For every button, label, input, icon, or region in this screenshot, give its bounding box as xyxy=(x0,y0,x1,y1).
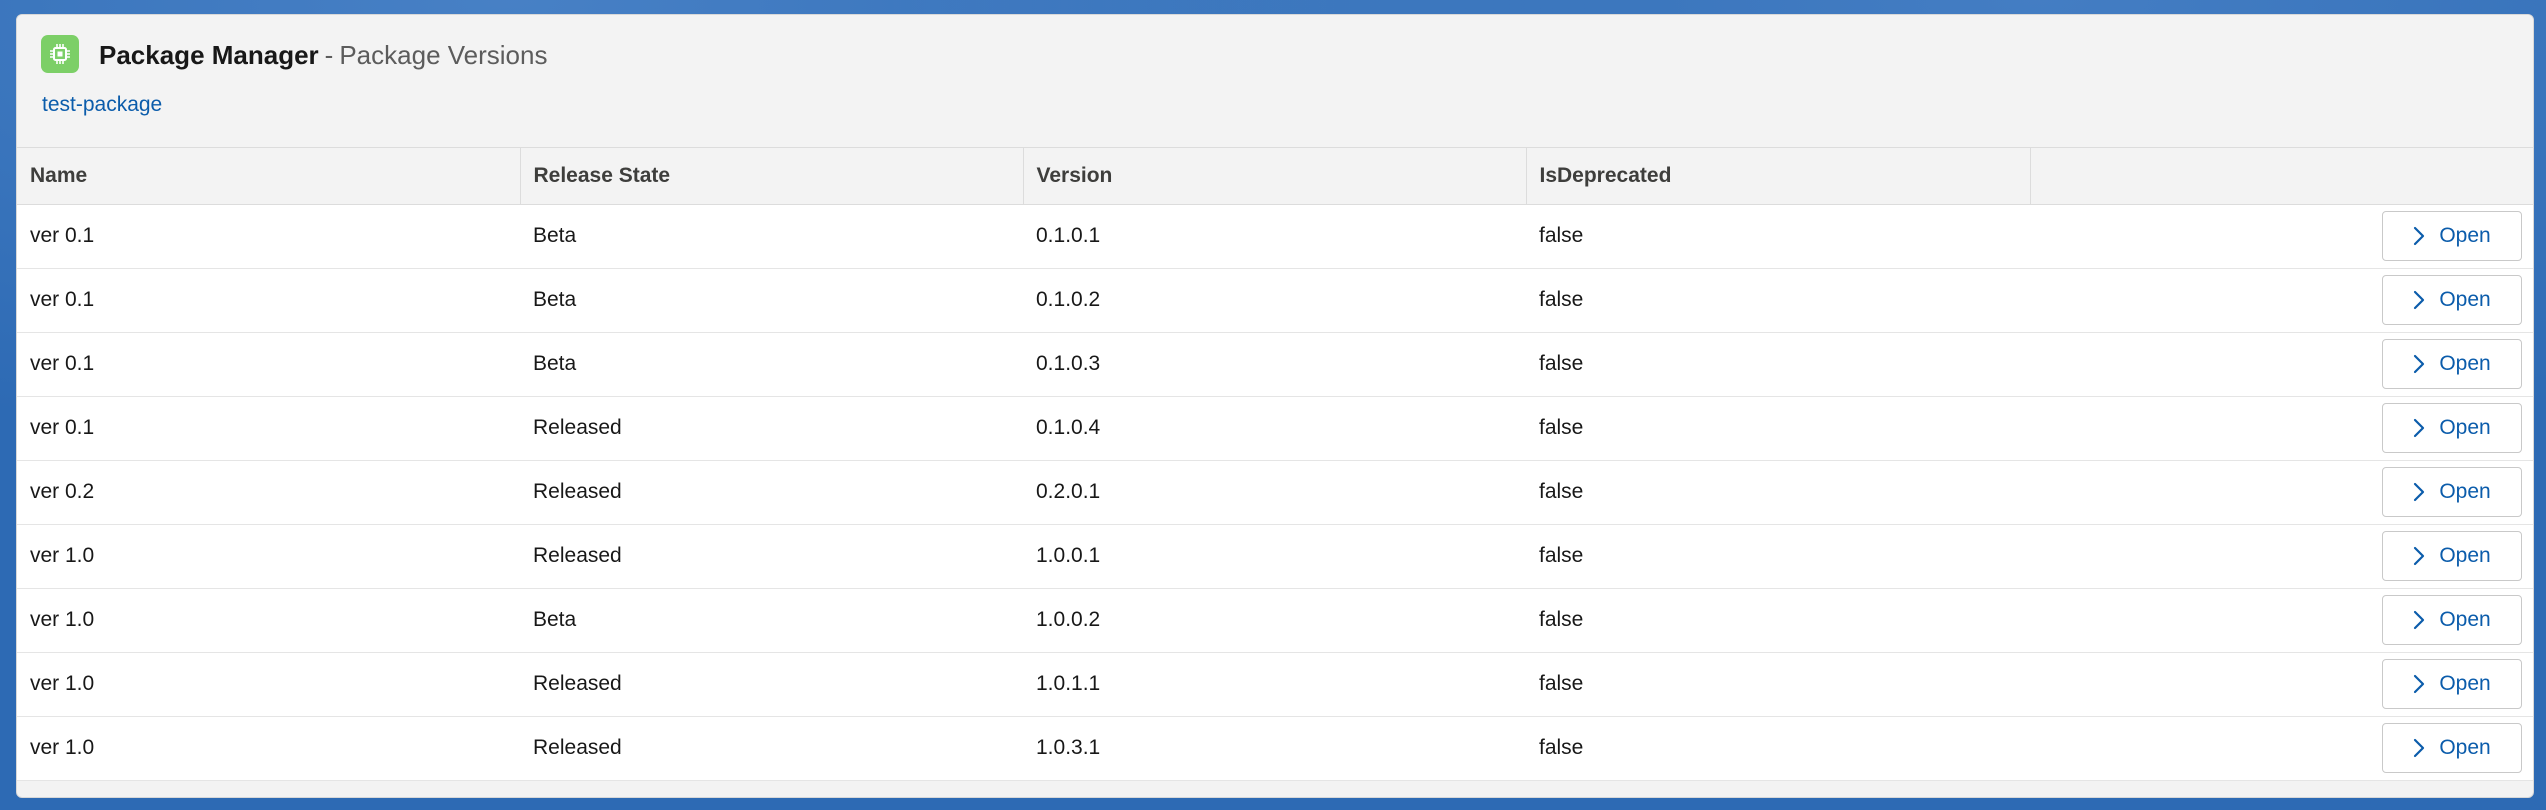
cell-version: 1.0.3.1 xyxy=(1023,716,1526,781)
open-button-label: Open xyxy=(2439,224,2491,247)
page-title: Package Manager - Package Versions xyxy=(99,37,547,73)
cell-version: 0.1.0.2 xyxy=(1023,268,1526,333)
open-button[interactable]: Open xyxy=(2382,403,2522,453)
chevron-right-icon xyxy=(2414,354,2425,374)
open-button[interactable]: Open xyxy=(2382,723,2522,773)
open-button-label: Open xyxy=(2439,736,2491,759)
table-row: ver 1.0 Released 1.0.3.1 false Open xyxy=(17,716,2533,781)
table-row: ver 1.0 Released 1.0.0.1 false Open xyxy=(17,524,2533,589)
cell-release-state: Beta xyxy=(520,268,1023,333)
cell-isdeprecated: false xyxy=(1526,588,2030,653)
cell-release-state: Released xyxy=(520,524,1023,589)
table-row: ver 0.1 Released 0.1.0.4 false Open xyxy=(17,396,2533,461)
page-header: Package Manager - Package Versions test-pa… xyxy=(17,15,2533,148)
open-button-label: Open xyxy=(2439,352,2491,375)
table-row: ver 0.1 Beta 0.1.0.3 false Open xyxy=(17,332,2533,397)
package-chip-icon xyxy=(41,35,79,73)
table-row: ver 0.1 Beta 0.1.0.1 false Open xyxy=(17,204,2533,269)
cell-release-state: Released xyxy=(520,396,1023,461)
cell-version: 0.1.0.4 xyxy=(1023,396,1526,461)
column-header-actions xyxy=(2030,148,2533,205)
cell-name: ver 0.1 xyxy=(17,204,520,269)
cell-release-state: Released xyxy=(520,716,1023,781)
cell-action: Open xyxy=(2030,204,2533,269)
cell-action: Open xyxy=(2030,588,2533,653)
cell-isdeprecated: false xyxy=(1526,652,2030,717)
open-button[interactable]: Open xyxy=(2382,211,2522,261)
column-header-version[interactable]: Version xyxy=(1023,148,1527,205)
table-row: ver 0.2 Released 0.2.0.1 false Open xyxy=(17,460,2533,525)
cell-action: Open xyxy=(2030,460,2533,525)
open-button-label: Open xyxy=(2439,544,2491,567)
open-button-label: Open xyxy=(2439,416,2491,439)
chevron-right-icon xyxy=(2414,610,2425,630)
cell-version: 1.0.0.2 xyxy=(1023,588,1526,653)
chevron-right-icon xyxy=(2414,738,2425,758)
table-row: ver 1.0 Beta 1.0.0.2 false Open xyxy=(17,588,2533,653)
open-button-label: Open xyxy=(2439,608,2491,631)
cell-version: 0.2.0.1 xyxy=(1023,460,1526,525)
open-button[interactable]: Open xyxy=(2382,531,2522,581)
cell-name: ver 1.0 xyxy=(17,524,520,589)
column-header-isdeprecated[interactable]: IsDeprecated xyxy=(1526,148,2031,205)
cell-action: Open xyxy=(2030,652,2533,717)
cell-name: ver 1.0 xyxy=(17,652,520,717)
open-button-label: Open xyxy=(2439,288,2491,311)
open-button[interactable]: Open xyxy=(2382,595,2522,645)
cell-name: ver 1.0 xyxy=(17,588,520,653)
chevron-right-icon xyxy=(2414,226,2425,246)
page-name: Package Versions xyxy=(339,40,548,70)
cell-isdeprecated: false xyxy=(1526,332,2030,397)
chevron-right-icon xyxy=(2414,482,2425,502)
chevron-right-icon xyxy=(2414,290,2425,310)
cell-name: ver 0.1 xyxy=(17,268,520,333)
cell-name: ver 0.1 xyxy=(17,396,520,461)
cell-release-state: Beta xyxy=(520,204,1023,269)
open-button[interactable]: Open xyxy=(2382,467,2522,517)
column-header-release-state[interactable]: Release State xyxy=(520,148,1024,205)
open-button[interactable]: Open xyxy=(2382,339,2522,389)
cell-version: 0.1.0.1 xyxy=(1023,204,1526,269)
cell-action: Open xyxy=(2030,396,2533,461)
title-separator: - xyxy=(324,40,334,70)
cell-action: Open xyxy=(2030,716,2533,781)
package-versions-table: Name Release State Version IsDeprecated … xyxy=(17,148,2533,781)
cell-version: 0.1.0.3 xyxy=(1023,332,1526,397)
column-header-name[interactable]: Name xyxy=(17,148,521,205)
chevron-right-icon xyxy=(2414,418,2425,438)
table-row: ver 0.1 Beta 0.1.0.2 false Open xyxy=(17,268,2533,333)
package-versions-panel: Package Manager - Package Versions test-pa… xyxy=(16,14,2534,798)
chevron-right-icon xyxy=(2414,546,2425,566)
cell-release-state: Beta xyxy=(520,588,1023,653)
cell-name: ver 1.0 xyxy=(17,716,520,781)
cell-isdeprecated: false xyxy=(1526,396,2030,461)
open-button-label: Open xyxy=(2439,672,2491,695)
cell-release-state: Released xyxy=(520,652,1023,717)
cell-isdeprecated: false xyxy=(1526,204,2030,269)
cell-version: 1.0.0.1 xyxy=(1023,524,1526,589)
cell-isdeprecated: false xyxy=(1526,716,2030,781)
cell-release-state: Beta xyxy=(520,332,1023,397)
cell-isdeprecated: false xyxy=(1526,460,2030,525)
cell-action: Open xyxy=(2030,524,2533,589)
table-row: ver 1.0 Released 1.0.1.1 false Open xyxy=(17,652,2533,717)
breadcrumb-package-link[interactable]: test-package xyxy=(42,93,162,117)
open-button-label: Open xyxy=(2439,480,2491,503)
cell-isdeprecated: false xyxy=(1526,524,2030,589)
cell-version: 1.0.1.1 xyxy=(1023,652,1526,717)
open-button[interactable]: Open xyxy=(2382,275,2522,325)
cell-name: ver 0.1 xyxy=(17,332,520,397)
cell-release-state: Released xyxy=(520,460,1023,525)
cell-action: Open xyxy=(2030,332,2533,397)
cell-action: Open xyxy=(2030,268,2533,333)
table-header-row: Name Release State Version IsDeprecated xyxy=(17,148,2533,205)
open-button[interactable]: Open xyxy=(2382,659,2522,709)
cell-isdeprecated: false xyxy=(1526,268,2030,333)
cell-name: ver 0.2 xyxy=(17,460,520,525)
app-name: Package Manager xyxy=(99,40,319,70)
chevron-right-icon xyxy=(2414,674,2425,694)
